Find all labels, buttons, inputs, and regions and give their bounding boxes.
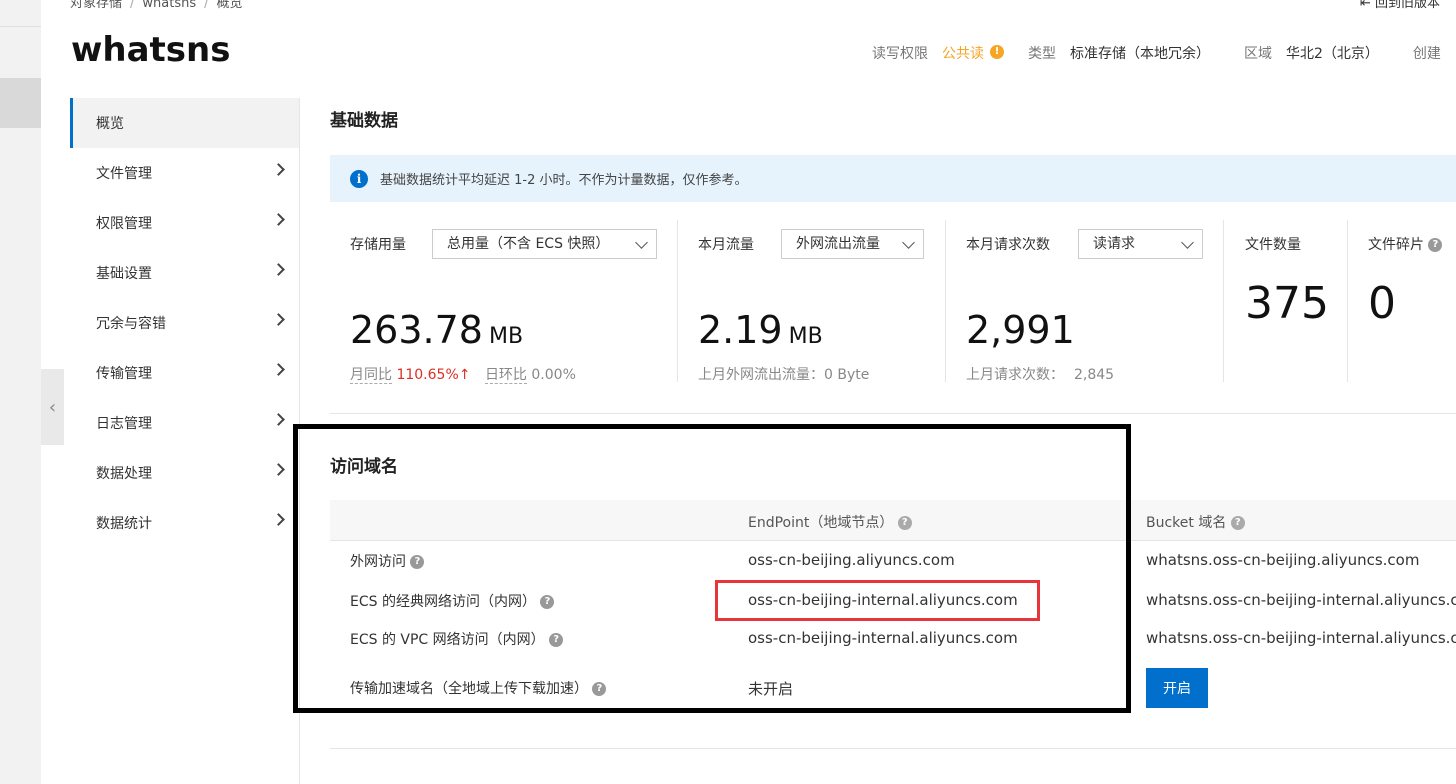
type-value: 标准存储（本地冗余） [1070, 46, 1210, 62]
sidebar-item-redundancy[interactable]: 冗余与容错 [70, 298, 299, 348]
warning-icon[interactable]: ! [990, 45, 1004, 59]
chevron-right-icon [272, 463, 285, 476]
chevron-right-icon [272, 313, 285, 326]
yoy-value: 110.65% [396, 367, 459, 383]
left-rail [0, 0, 41, 784]
back-to-old-version-link[interactable]: ⇤ 回到旧版本 [1360, 0, 1440, 11]
annotation-box-red [715, 580, 1040, 621]
breadcrumb-oss[interactable]: 对象存储 [70, 0, 122, 11]
traffic-value: 2.19 MB [698, 308, 823, 352]
chevron-down-icon [902, 236, 915, 249]
traffic-card: 本月流量 外网流出流量 2.19 MB 上月外网流出流量：0 Byte [698, 222, 928, 383]
notice-text: 基础数据统计平均延迟 1-2 小时。不作为计量数据，仅作参考。 [380, 173, 748, 188]
stat-divider [1223, 220, 1224, 382]
fragments-card: 文件碎片 ? 0 [1368, 222, 1456, 382]
annotation-box-black [293, 424, 1131, 713]
row-bucket-domain[interactable]: whatsns.oss-cn-beijing-internal.aliyuncs… [1146, 629, 1456, 647]
perm-value: 公共读 [942, 46, 984, 62]
region-value: 华北2（北京） [1286, 46, 1379, 62]
back-arrow-icon: ⇤ [1360, 0, 1376, 11]
chevron-right-icon [272, 163, 285, 176]
fragments-label: 文件碎片 ? [1368, 234, 1443, 254]
chevron-right-icon [272, 513, 285, 526]
storage-comparison: 月同比 110.65%↑ 日环比 0.00% [350, 367, 576, 384]
sidebar-item-basic-settings[interactable]: 基础设置 [70, 248, 299, 298]
chevron-right-icon [272, 263, 285, 276]
sidebar-item-logs[interactable]: 日志管理 [70, 398, 299, 448]
file-count-card: 文件数量 375 [1245, 222, 1345, 382]
fragments-value: 0 [1368, 278, 1396, 329]
perm-label: 读写权限 [872, 46, 928, 62]
row-bucket-domain[interactable]: whatsns.oss-cn-beijing-internal.aliyuncs… [1146, 591, 1456, 609]
chevron-right-icon [272, 213, 285, 226]
section-divider [330, 413, 1456, 414]
help-icon[interactable]: ? [1428, 238, 1443, 252]
request-type-select[interactable]: 读请求 [1078, 229, 1203, 259]
help-icon[interactable]: ? [1230, 516, 1245, 530]
chevron-down-icon [1181, 236, 1194, 249]
storage-type-select[interactable]: 总用量（不含 ECS 快照） [432, 229, 657, 259]
storage-value: 263.78 MB [350, 308, 524, 352]
chevron-left-icon: ‹ [48, 396, 57, 418]
left-rail-active-item[interactable] [0, 78, 41, 128]
file-count-value: 375 [1245, 278, 1329, 329]
chevron-right-icon [272, 363, 285, 376]
traffic-type-select[interactable]: 外网流出流量 [781, 229, 924, 259]
bucket-meta: 读写权限 公共读 ! 类型 标准存储（本地冗余） 区域 华北2（北京） 创建 [872, 43, 1455, 63]
requests-last-month: 上月请求次数： 2,845 [966, 367, 1115, 383]
col-bucket-domain: Bucket 域名 ? [1146, 512, 1245, 532]
stat-divider [945, 220, 946, 382]
sidebar-item-transfer[interactable]: 传输管理 [70, 348, 299, 398]
traffic-label: 本月流量 [698, 237, 754, 253]
sidebar-item-files[interactable]: 文件管理 [70, 148, 299, 198]
info-notice: i 基础数据统计平均延迟 1-2 小时。不作为计量数据，仅作参考。 [330, 155, 1456, 202]
sidebar-item-overview[interactable]: 概览 [70, 98, 299, 148]
arrow-up-icon: ↑ [458, 367, 471, 383]
breadcrumb-bucket[interactable]: whatsns [142, 0, 196, 11]
region-label: 区域 [1244, 46, 1272, 62]
row-bucket-domain[interactable]: whatsns.oss-cn-beijing.aliyuncs.com [1146, 551, 1419, 569]
breadcrumb-current: 概览 [216, 0, 243, 11]
requests-value: 2,991 [966, 308, 1075, 352]
stat-divider [677, 220, 678, 382]
sidebar-item-data-processing[interactable]: 数据处理 [70, 448, 299, 498]
chevron-right-icon [272, 413, 285, 426]
file-count-label: 文件数量 [1245, 237, 1301, 253]
dod-value: 0.00% [531, 367, 576, 383]
section-divider [330, 748, 1456, 749]
storage-label: 存储用量 [350, 237, 406, 253]
basic-data-title: 基础数据 [330, 111, 398, 131]
chevron-down-icon [635, 236, 648, 249]
breadcrumb: 对象存储 / whatsns / 概览 [70, 0, 243, 11]
requests-card: 本月请求次数 读请求 2,991 上月请求次数： 2,845 [966, 222, 1206, 383]
sidebar-item-statistics[interactable]: 数据统计 [70, 498, 299, 548]
storage-usage-card: 存储用量 总用量（不含 ECS 快照） 263.78 MB 月同比 110.65%… [350, 222, 660, 384]
info-icon: i [350, 169, 368, 188]
sidebar-item-permissions[interactable]: 权限管理 [70, 198, 299, 248]
collapse-sidebar-button[interactable]: ‹ [41, 369, 64, 445]
stat-divider [1347, 220, 1348, 382]
enable-acceleration-button[interactable]: 开启 [1146, 668, 1208, 708]
left-rail-divider [0, 26, 41, 27]
sidebar-nav: 概览 文件管理 权限管理 基础设置 冗余与容错 传输管理 日志管理 数据处理 数… [70, 98, 299, 548]
created-label: 创建 [1412, 46, 1441, 62]
page-title: whatsns [71, 30, 231, 70]
requests-label: 本月请求次数 [966, 237, 1050, 253]
type-label: 类型 [1028, 46, 1056, 62]
traffic-last-month: 上月外网流出流量：0 Byte [698, 367, 870, 383]
